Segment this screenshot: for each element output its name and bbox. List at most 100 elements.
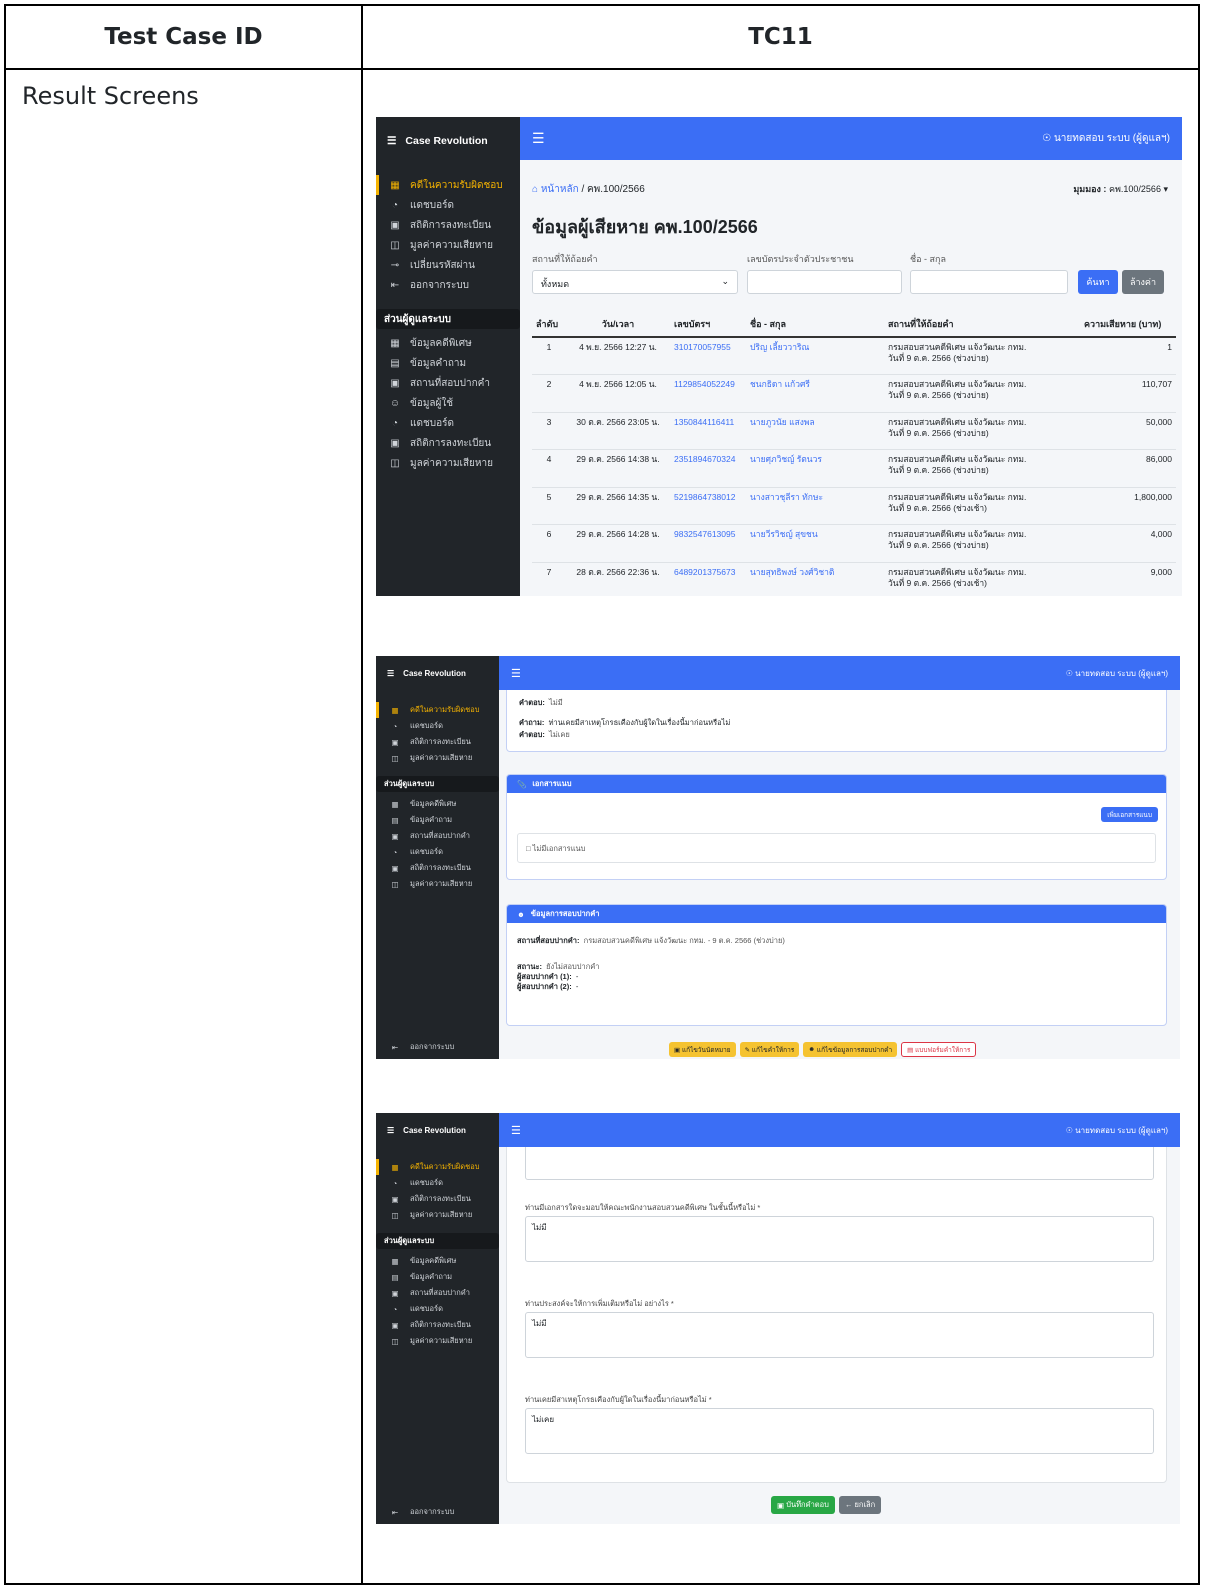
sidebar-item-damage[interactable]: ◫ มูลค่าความเสียหาย xyxy=(376,1207,499,1223)
chat-icon: ▤ xyxy=(391,1272,399,1282)
sidebar-item-cases[interactable]: ▦ คดีในความรับผิดชอบ xyxy=(376,175,520,195)
sidebar-item-admin-stats[interactable]: ▣ สถิติการลงทะเบียน xyxy=(376,860,499,876)
sidebar-item-cases[interactable]: ▦ คดีในความรับผิดชอบ xyxy=(376,702,499,718)
sidebar-item-users[interactable]: ☺ ข้อมูลผู้ใช้ xyxy=(376,393,520,413)
search-button[interactable]: ค้นหา xyxy=(1078,270,1118,294)
answer-3-textarea[interactable]: ไม่เคย xyxy=(525,1408,1154,1454)
sidebar-item-admin-stats[interactable]: ▣ สถิติการลงทะเบียน xyxy=(376,433,520,453)
sidebar-item-logout[interactable]: ⇤ ออกจากระบบ xyxy=(376,275,520,295)
sidebar-item-locations[interactable]: ▣ สถานที่สอบปากคำ xyxy=(376,828,499,844)
table-row: 7 28 ต.ค. 2566 22:36 น. 6489201375673 นายสุ… xyxy=(532,562,1176,596)
location-select[interactable]: ทั้งหมด ⌄ xyxy=(532,270,738,294)
table-row: 5 29 ต.ค. 2566 14:35 น. 5219864738012 นางสา… xyxy=(532,487,1176,525)
row-id-link[interactable]: 9832547613095 xyxy=(670,524,746,563)
row-name-link[interactable]: นายภูวนัย แสงพล xyxy=(746,412,884,450)
row-name-link[interactable]: ปริญ เลี้ยววาริณ xyxy=(746,337,884,375)
screenshot-statement-detail: ☰ Case Revolution ▦ คดีในความรับผิดชอบ ◔ แด… xyxy=(376,656,1180,1059)
grid-icon: ▦ xyxy=(390,337,400,349)
previous-answer-textarea[interactable] xyxy=(525,1147,1154,1180)
sidebar-item-damage[interactable]: ◫ มูลค่าความเสียหาย xyxy=(376,750,499,766)
row-id-link[interactable]: 6489201375673 xyxy=(670,562,746,596)
row-id-link[interactable]: 1129854052249 xyxy=(670,374,746,413)
edit-interview-button[interactable]: ☻ แก้ไขข้อมูลการสอบปากคำ xyxy=(803,1042,898,1057)
cancel-button[interactable]: ← ยกเลิก xyxy=(838,1496,882,1514)
answer-1-textarea[interactable]: ไม่มี xyxy=(525,1216,1154,1262)
row-datetime: 4 พ.ย. 2566 12:27 น. xyxy=(566,337,670,375)
sidebar-item-admin-dashboard[interactable]: ◔ แดชบอร์ด xyxy=(376,413,520,433)
sidebar-item-admin-dashboard[interactable]: ◔ แดชบอร์ด xyxy=(376,844,499,860)
sidebar-item-admin-damage[interactable]: ◫ มูลค่าความเสียหาย xyxy=(376,876,499,892)
sidebar-item-change-password[interactable]: ⊸ เปลี่ยนรหัสผ่าน xyxy=(376,255,520,275)
sidebar-item-damage[interactable]: ◫ มูลค่าความเสียหาย xyxy=(376,235,520,255)
sidebar-item-dashboard[interactable]: ◔ แดชบอร์ด xyxy=(376,1175,499,1191)
logout-icon: ⇤ xyxy=(391,1507,399,1517)
interview-place: สถานที่สอบปากคำ: กรมสอบสวนคดีพิเศษ แจ้งว… xyxy=(517,936,785,945)
sidebar-item-admin-damage[interactable]: ◫ มูลค่าความเสียหาย xyxy=(376,1333,499,1349)
name-input[interactable] xyxy=(910,270,1068,294)
save-answer-button[interactable]: ▣ บันทึกคำตอบ xyxy=(771,1496,835,1514)
row-id-link[interactable]: 310170057955 xyxy=(670,337,746,375)
brand[interactable]: ☰ Case Revolution xyxy=(376,656,499,690)
row-place: กรมสอบสวนคดีพิเศษ แจ้งวัฒนะ กทม. วันที่ 9… xyxy=(884,412,1080,450)
row-id-link[interactable]: 5219864738012 xyxy=(670,487,746,525)
sidebar-item-admin-stats[interactable]: ▣ สถิติการลงทะเบียน xyxy=(376,1317,499,1333)
sidebar-item-special-cases[interactable]: ▦ ข้อมูลคดีพิเศษ xyxy=(376,796,499,812)
breadcrumb-home[interactable]: หน้าหลัก xyxy=(541,184,579,195)
grid-icon: ▦ xyxy=(391,1256,399,1266)
table-row: 14 พ.ย. 2566 12:27 น. 310170057955 ปริญ เล… xyxy=(532,337,1176,375)
sidebar-item-dashboard[interactable]: ◔ แดชบอร์ด xyxy=(376,195,520,215)
row-id-link[interactable]: 1350844116411 xyxy=(670,412,746,450)
edit-statement-button[interactable]: ✎ แก้ไขคำให้การ xyxy=(739,1042,800,1057)
add-attachment-button[interactable]: เพิ่มเอกสารแนบ xyxy=(1101,807,1158,822)
answer-2-textarea[interactable]: ไม่มี xyxy=(525,1312,1154,1358)
sidebar-item-special-cases[interactable]: ▦ ข้อมูลคดีพิเศษ xyxy=(376,333,520,353)
row-id-link[interactable]: 2351894670324 xyxy=(670,449,746,488)
sidebar-item-admin-damage[interactable]: ◫ มูลค่าความเสียหาย xyxy=(376,453,520,473)
sidebar-section-admin: ส่วนผู้ดูแลระบบ xyxy=(376,776,499,792)
row-name-link[interactable]: นายสุทธิพงษ์ วงศ์วิชาติ xyxy=(746,562,884,596)
row-no: 2 xyxy=(532,374,566,413)
sidebar-item-questions[interactable]: ▤ ข้อมูลคำถาม xyxy=(376,812,499,828)
sidebar-item-stats[interactable]: ▣ สถิติการลงทะเบียน xyxy=(376,1191,499,1207)
row-name-link[interactable]: ชนกธิดา แก้วศรี xyxy=(746,374,884,413)
breadcrumb-current: / คพ.100/2566 xyxy=(581,184,645,195)
user-menu[interactable]: ☉ นายทดสอบ ระบบ (ผู้ดูแลฯ) xyxy=(1042,131,1170,146)
row-no: 4 xyxy=(532,449,566,488)
brand[interactable]: ☰ Case Revolution xyxy=(376,1113,499,1147)
sidebar-item-locations[interactable]: ▣ สถานที่สอบปากคำ xyxy=(376,373,520,393)
sidebar-item-stats[interactable]: ▣ สถิติการลงทะเบียน xyxy=(376,215,520,235)
sidebar-item-logout[interactable]: ⇤ ออกจากระบบ xyxy=(376,1039,466,1055)
sidebar-item-special-cases[interactable]: ▦ ข้อมูลคดีพิเศษ xyxy=(376,1253,499,1269)
bar-chart-icon: ▣ xyxy=(390,437,400,449)
statement-form-button[interactable]: ▤ แบบฟอร์มคำให้การ xyxy=(901,1042,977,1057)
sidebar-item-logout[interactable]: ⇤ ออกจากระบบ xyxy=(376,1504,466,1520)
sidebar-item-questions[interactable]: ▤ ข้อมูลคำถาม xyxy=(376,1269,499,1285)
user-menu[interactable]: ☉ นายทดสอบ ระบบ (ผู้ดูแลฯ) xyxy=(1066,1124,1168,1137)
sidebar-item-cases[interactable]: ▦ คดีในความรับผิดชอบ xyxy=(376,1159,499,1175)
edit-appointment-button[interactable]: ▣ แก้ไขวันนัดหมาย xyxy=(669,1042,736,1057)
question-1-label: ท่านมีเอกสารใดจะมอบให้คณะพนักงานสอบสวนคด… xyxy=(525,1203,761,1212)
location-icon: ▣ xyxy=(391,831,399,841)
row-place: กรมสอบสวนคดีพิเศษ แจ้งวัฒนะ กทม. วันที่ 9… xyxy=(884,337,1080,375)
no-attachments-box: □ ไม่มีเอกสารแนบ xyxy=(517,833,1156,863)
sidebar-item-dashboard[interactable]: ◔ แดชบอร์ด xyxy=(376,718,499,734)
sidebar-item-questions[interactable]: ▤ ข้อมูลคำถาม xyxy=(376,353,520,373)
hamburger-icon[interactable]: ☰ xyxy=(532,130,545,147)
row-name-link[interactable]: นางสาวชุลีรา ทักษะ xyxy=(746,487,884,525)
clear-button[interactable]: ล้างค่า xyxy=(1122,270,1164,294)
sidebar-item-stats[interactable]: ▣ สถิติการลงทะเบียน xyxy=(376,734,499,750)
sidebar: ☰ Case Revolution ▦ คดีในความรับผิดชอบ ◔ แด… xyxy=(376,656,499,1059)
row-name-link[interactable]: นายศุภวิชญ์ รัตนวร xyxy=(746,449,884,488)
logout-icon: ⇤ xyxy=(391,1042,399,1052)
bar-chart-icon: ▣ xyxy=(390,219,400,231)
view-selector[interactable]: มุมมอง : คพ.100/2566 ▾ xyxy=(1073,182,1168,196)
user-menu[interactable]: ☉ นายทดสอบ ระบบ (ผู้ดูแลฯ) xyxy=(1066,667,1168,680)
brand[interactable]: ☰ Case Revolution xyxy=(376,117,520,165)
sidebar-item-locations[interactable]: ▣ สถานที่สอบปากคำ xyxy=(376,1285,499,1301)
hamburger-icon[interactable]: ☰ xyxy=(511,667,521,680)
row-name-link[interactable]: นายวีรวิชญ์ สุขชน xyxy=(746,524,884,563)
id-input[interactable] xyxy=(747,270,902,294)
grid-icon: ▦ xyxy=(390,179,400,191)
hamburger-icon[interactable]: ☰ xyxy=(511,1124,521,1137)
sidebar-item-admin-dashboard[interactable]: ◔ แดชบอร์ด xyxy=(376,1301,499,1317)
